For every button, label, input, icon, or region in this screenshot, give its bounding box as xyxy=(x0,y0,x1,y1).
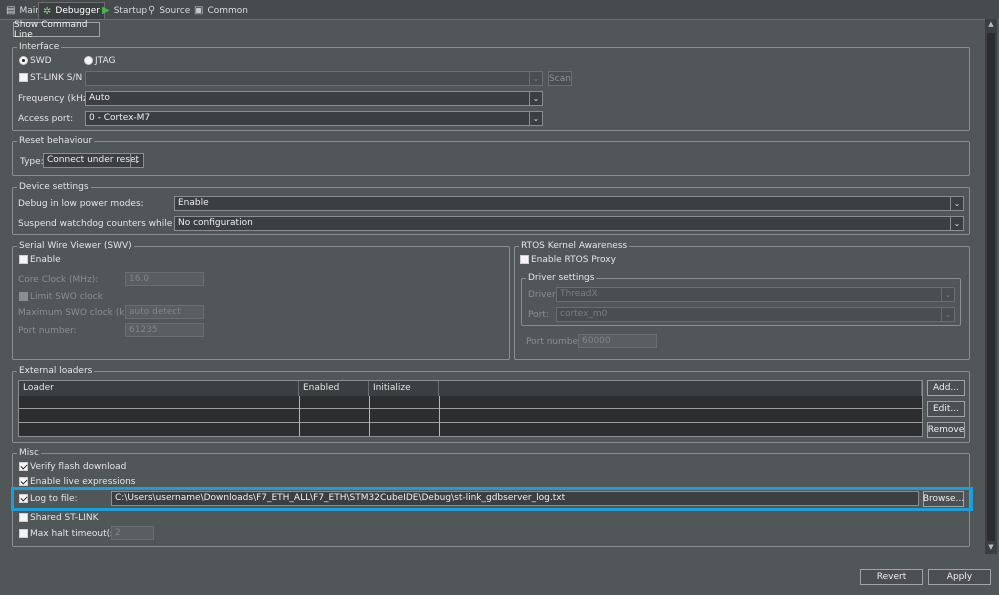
max-halt-field[interactable]: 2 xyxy=(111,526,154,540)
chevron-down-icon: ⌄ xyxy=(941,308,954,321)
shared-stlink-checkbox[interactable] xyxy=(19,513,28,522)
edit-loader-button[interactable]: Edit... xyxy=(927,401,965,417)
tab-source[interactable]: ⚲ Source xyxy=(144,2,194,19)
show-command-line-button[interactable]: Show Command Line xyxy=(13,20,100,40)
verify-flash-checkbox[interactable] xyxy=(19,462,28,471)
apply-button[interactable]: Apply xyxy=(928,569,991,585)
rtos-title: RTOS Kernel Awareness xyxy=(519,240,630,252)
chevron-down-icon: ⌄ xyxy=(950,217,963,230)
driver-settings-title: Driver settings xyxy=(526,272,597,284)
scroll-down-icon[interactable]: ▼ xyxy=(987,543,995,553)
chevron-down-icon: ⌄ xyxy=(950,197,963,210)
verify-flash-label: Verify flash download xyxy=(30,462,127,472)
stlink-sn-select[interactable]: ⌄ xyxy=(85,71,543,86)
chevron-down-icon: ⌄ xyxy=(130,154,143,167)
reset-type-label: Type: xyxy=(20,157,44,167)
rtos-port-select[interactable]: cortex_m0 ⌄ xyxy=(556,307,955,322)
frequency-label: Frequency (kHz): xyxy=(18,94,95,104)
swv-group: Serial Wire Viewer (SWV) xyxy=(12,240,510,360)
live-expressions-checkbox[interactable] xyxy=(19,477,28,486)
common-icon: ▣ xyxy=(194,5,204,16)
chevron-down-icon: ⌄ xyxy=(529,112,542,125)
scroll-up-icon[interactable]: ▲ xyxy=(987,20,995,30)
scrollbar-thumb[interactable] xyxy=(987,33,995,541)
table-row[interactable] xyxy=(19,422,922,423)
misc-title: Misc xyxy=(17,447,41,459)
startup-icon: ▶ xyxy=(102,5,110,16)
table-divider xyxy=(439,396,440,436)
tab-bar: ▤ Main ✲ Debugger ▶ Startup ⚲ Source ▣ Common xyxy=(0,0,999,20)
core-clock-label: Core Clock (MHz): xyxy=(18,275,99,285)
swd-label: SWD xyxy=(30,56,52,66)
jtag-label: JTAG xyxy=(95,56,116,66)
debugger-icon: ✲ xyxy=(43,5,52,17)
table-divider xyxy=(299,396,300,436)
reset-behaviour-title: Reset behaviour xyxy=(17,135,95,147)
chevron-down-icon: ⌄ xyxy=(529,92,542,105)
stlink-sn-checkbox[interactable] xyxy=(19,73,28,82)
chevron-down-icon: ⌄ xyxy=(529,72,542,85)
core-clock-field[interactable]: 16.0 xyxy=(125,272,204,286)
reset-type-select[interactable]: Connect under reset ⌄ xyxy=(43,153,144,168)
driver-select[interactable]: ThreadX ⌄ xyxy=(556,287,955,302)
swv-title: Serial Wire Viewer (SWV) xyxy=(17,240,134,252)
shared-stlink-label: Shared ST-LINK xyxy=(30,513,99,523)
tab-debugger[interactable]: ✲ Debugger xyxy=(38,2,105,19)
column-header-enabled[interactable]: Enabled xyxy=(299,381,369,396)
max-halt-checkbox[interactable] xyxy=(19,529,28,538)
interface-title: Interface xyxy=(17,41,62,53)
add-loader-button[interactable]: Add... xyxy=(927,380,965,396)
jtag-radio[interactable] xyxy=(84,56,93,65)
source-icon: ⚲ xyxy=(148,5,156,16)
limit-swo-label: Limit SWO clock xyxy=(30,292,103,302)
limit-swo-checkbox[interactable] xyxy=(19,292,28,301)
max-halt-label: Max halt timeout(s): xyxy=(30,529,122,539)
loaders-table[interactable]: Loader Enabled Initialize xyxy=(18,380,923,437)
tab-common[interactable]: ▣ Common xyxy=(190,2,252,19)
watchdog-select[interactable]: No configuration ⌄ xyxy=(174,216,964,231)
column-header-initialize[interactable]: Initialize xyxy=(369,381,439,396)
remove-loader-button[interactable]: Remove xyxy=(927,422,965,438)
swv-enable-label: Enable xyxy=(30,255,61,265)
chevron-down-icon: ⌄ xyxy=(941,288,954,301)
main-icon: ▤ xyxy=(6,5,16,16)
low-power-label: Debug in low power modes: xyxy=(18,199,144,209)
rtos-port-number-label: Port number: xyxy=(526,337,585,347)
reset-behaviour-group: Reset behaviour xyxy=(12,135,970,176)
external-loaders-title: External loaders xyxy=(17,365,95,377)
revert-button[interactable]: Revert xyxy=(860,569,923,585)
column-header-empty xyxy=(439,381,922,396)
frequency-select[interactable]: Auto ⌄ xyxy=(85,91,543,106)
rtos-proxy-checkbox[interactable] xyxy=(520,255,529,264)
driver-label: Driver: xyxy=(528,290,559,300)
stlink-sn-label: ST-LINK S/N xyxy=(30,73,83,83)
device-settings-title: Device settings xyxy=(17,181,91,193)
swv-enable-checkbox[interactable] xyxy=(19,255,28,264)
rtos-port-label: Port: xyxy=(528,310,549,320)
highlight-box xyxy=(11,487,973,511)
rtos-proxy-label: Enable RTOS Proxy xyxy=(531,255,616,265)
access-port-label: Access port: xyxy=(18,114,74,124)
swv-port-field[interactable]: 61235 xyxy=(125,323,204,337)
table-divider xyxy=(369,396,370,436)
column-header-loader[interactable]: Loader xyxy=(19,381,299,396)
max-swo-field[interactable]: auto detect xyxy=(125,305,204,319)
low-power-select[interactable]: Enable ⌄ xyxy=(174,196,964,211)
access-port-select[interactable]: 0 - Cortex-M7 ⌄ xyxy=(85,111,543,126)
swv-port-label: Port number: xyxy=(18,326,77,336)
scan-button[interactable]: Scan xyxy=(548,71,572,86)
table-row[interactable] xyxy=(19,408,922,409)
swd-radio[interactable] xyxy=(19,56,28,65)
max-swo-label: Maximum SWO clock (kHz): xyxy=(18,308,143,318)
rtos-port-number-field[interactable]: 60000 xyxy=(578,334,657,348)
